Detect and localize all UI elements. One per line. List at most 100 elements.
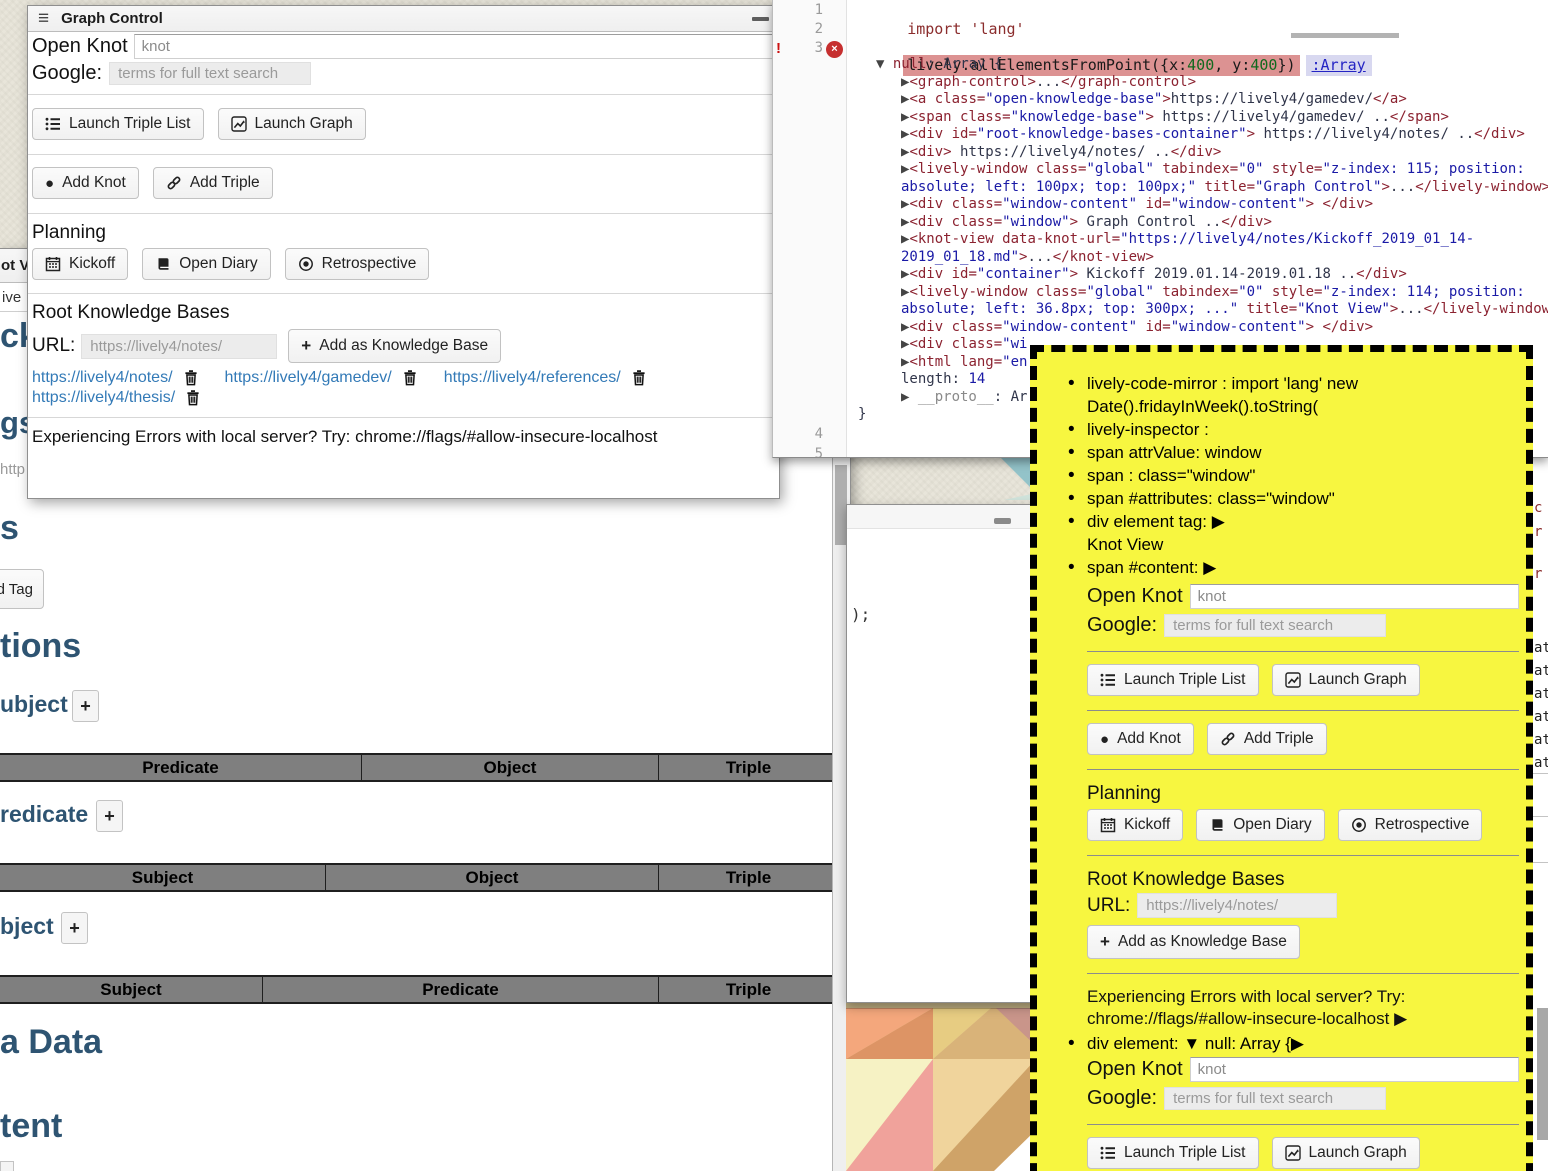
kickoff-button[interactable]: Kickoff xyxy=(1087,809,1183,841)
meta-data-heading-fragment: a Data xyxy=(0,1023,102,1062)
trash-icon[interactable] xyxy=(185,390,201,406)
retrospective-button[interactable]: Retrospective xyxy=(1338,809,1483,841)
kb-link[interactable]: https://lively4/notes/ xyxy=(32,369,173,387)
minimize-icon[interactable] xyxy=(994,518,1011,524)
tree-line[interactable]: ▶<div class="window"> Graph Control ..</… xyxy=(876,214,1548,232)
google-search-input[interactable] xyxy=(1164,614,1386,637)
wallpaper-mosaic xyxy=(846,1002,1036,1171)
tree-line[interactable]: absolute; left: 100px; top: 100px;" titl… xyxy=(876,179,1548,197)
add-tag-button[interactable]: d Tag xyxy=(0,569,44,609)
add-knot-button[interactable]: ● Add Knot xyxy=(1087,723,1194,755)
root-kb-label: Root Knowledge Bases xyxy=(32,302,774,324)
launch-triple-list-button[interactable]: Launch Triple List xyxy=(1087,664,1259,696)
element-list-item[interactable]: span attrValue: window xyxy=(1037,441,1526,464)
line-number: 5 xyxy=(779,446,823,458)
button-label: Open Diary xyxy=(179,255,257,273)
tree-line[interactable]: absolute; left: 36.8px; top: 300px; ..."… xyxy=(876,301,1548,319)
tree-line[interactable]: ▶<div class="window-content" id="window-… xyxy=(876,196,1548,214)
add-subject-button[interactable]: + xyxy=(72,690,99,722)
kb-link[interactable]: https://lively4/references/ xyxy=(444,369,621,387)
open-knot-input[interactable] xyxy=(1190,1057,1519,1082)
launch-triple-list-button[interactable]: Launch Triple List xyxy=(1087,1137,1259,1169)
chart-icon xyxy=(231,116,247,132)
tree-line[interactable]: ▶<lively-window class="global" tabindex=… xyxy=(876,284,1548,302)
element-sublabel: Knot View xyxy=(1087,533,1519,556)
kb-url-input[interactable] xyxy=(81,334,277,359)
error-gutter-icon[interactable]: ! xyxy=(776,40,781,57)
chart-icon xyxy=(1285,1145,1301,1161)
book-icon xyxy=(155,256,171,272)
button-label: Launch Graph xyxy=(1309,671,1407,689)
tree-line[interactable]: 2019_01_18.md">...</knot-view> xyxy=(876,249,1548,267)
button-label: Retrospective xyxy=(1375,816,1470,834)
element-list-item[interactable]: lively-code-mirror : import 'lang' new D… xyxy=(1037,372,1526,418)
minimize-icon[interactable] xyxy=(752,17,769,21)
partial-element xyxy=(0,1161,14,1171)
add-knot-button[interactable]: ● Add Knot xyxy=(32,167,139,199)
element-list-item[interactable]: span : class="window" xyxy=(1037,464,1526,487)
launch-graph-button[interactable]: Launch Graph xyxy=(1272,1137,1420,1169)
add-triple-button[interactable]: Add Triple xyxy=(1207,723,1327,755)
tree-line[interactable]: ▶<div id="root-knowledge-bases-container… xyxy=(876,126,1548,144)
tree-line[interactable]: ▶<div class="window-content" id="window-… xyxy=(876,319,1548,337)
tree-line[interactable]: ▶<knot-view data-knot-url="https://livel… xyxy=(876,231,1548,249)
line-number: 4 xyxy=(779,426,823,442)
button-label: Launch Triple List xyxy=(1124,1144,1246,1162)
graph-control-titlebar[interactable]: ≡ Graph Control xyxy=(28,6,779,32)
google-search-input[interactable] xyxy=(1164,1087,1386,1110)
knowledge-base-item: https://lively4/notes/ xyxy=(32,369,199,387)
tree-line[interactable]: ▶<div> https://lively4/notes/ ..</div> xyxy=(876,144,1548,162)
add-triple-button[interactable]: Add Triple xyxy=(153,167,273,199)
trash-icon[interactable] xyxy=(183,370,199,386)
retrospective-button[interactable]: Retrospective xyxy=(285,248,430,280)
open-diary-button[interactable]: Open Diary xyxy=(1196,809,1324,841)
element-list-item[interactable]: div element tag: ▶ Knot View xyxy=(1037,510,1526,556)
button-label: Add as Knowledge Base xyxy=(319,337,488,355)
tree-line[interactable]: ▼ null: Array { xyxy=(876,56,1548,74)
kb-url-input[interactable] xyxy=(1137,893,1337,918)
google-label: Google: xyxy=(1087,614,1157,637)
elements-at-point-overlay: lively-code-mirror : import 'lang' new D… xyxy=(1030,345,1533,1171)
element-list-item[interactable]: span #attributes: class="window" xyxy=(1037,487,1526,510)
element-list-item[interactable]: lively-inspector : xyxy=(1037,418,1526,441)
add-object-button[interactable]: + xyxy=(61,912,88,944)
tree-line[interactable]: ▶<lively-window class="global" tabindex=… xyxy=(876,161,1548,179)
knot-url-fragment: http xyxy=(0,461,25,478)
right-scrollbar-thumb[interactable] xyxy=(1537,1008,1548,1140)
add-kb-button[interactable]: + Add as Knowledge Base xyxy=(288,329,501,363)
add-kb-button[interactable]: + Add as Knowledge Base xyxy=(1087,925,1300,959)
element-list-item[interactable]: div element: ▼ null: Array {▶ Open Knot … xyxy=(1037,1032,1526,1171)
table-header-cell: Predicate xyxy=(262,977,658,1002)
plus-icon: + xyxy=(1100,932,1110,952)
google-search-input[interactable] xyxy=(109,62,311,85)
menu-icon[interactable]: ≡ xyxy=(38,8,49,30)
element-list-item[interactable]: span #content: ▶ Open Knot Google: Launc… xyxy=(1037,556,1526,1030)
url-label: URL: xyxy=(32,335,75,357)
tree-line[interactable]: ▶<div id="container"> Kickoff 2019.01.14… xyxy=(876,266,1548,284)
tree-line[interactable]: ▶<a class="open-knowledge-base">https://… xyxy=(876,91,1548,109)
tree-line[interactable]: ▶<graph-control>...</graph-control> xyxy=(876,74,1548,92)
tree-line[interactable]: ▶<span class="knowledge-base"> https://l… xyxy=(876,109,1548,127)
plus-icon: + xyxy=(104,806,115,827)
divider xyxy=(1533,773,1548,774)
kb-link[interactable]: https://lively4/thesis/ xyxy=(32,389,175,407)
error-icon[interactable]: × xyxy=(826,41,843,58)
kickoff-button[interactable]: Kickoff xyxy=(32,248,128,280)
launch-graph-button[interactable]: Launch Graph xyxy=(218,108,366,140)
editor-code-fragment[interactable]: ); xyxy=(851,605,870,624)
trash-icon[interactable] xyxy=(402,370,418,386)
kb-link[interactable]: https://lively4/gamedev/ xyxy=(225,369,392,387)
eye-icon xyxy=(1351,817,1367,833)
code-text: import 'lang' xyxy=(907,20,1024,38)
open-diary-button[interactable]: Open Diary xyxy=(142,248,270,280)
calendar-icon xyxy=(45,256,61,272)
add-predicate-button[interactable]: + xyxy=(96,800,123,832)
knowledge-base-list: https://lively4/notes/ https://lively4/g… xyxy=(32,369,774,407)
open-knot-input[interactable] xyxy=(1190,584,1519,609)
button-label: Open Diary xyxy=(1233,816,1311,834)
trash-icon[interactable] xyxy=(631,370,647,386)
table-header-cell: Object xyxy=(361,755,658,780)
launch-graph-button[interactable]: Launch Graph xyxy=(1272,664,1420,696)
launch-triple-list-button[interactable]: Launch Triple List xyxy=(32,108,204,140)
open-knot-input[interactable] xyxy=(134,34,774,59)
